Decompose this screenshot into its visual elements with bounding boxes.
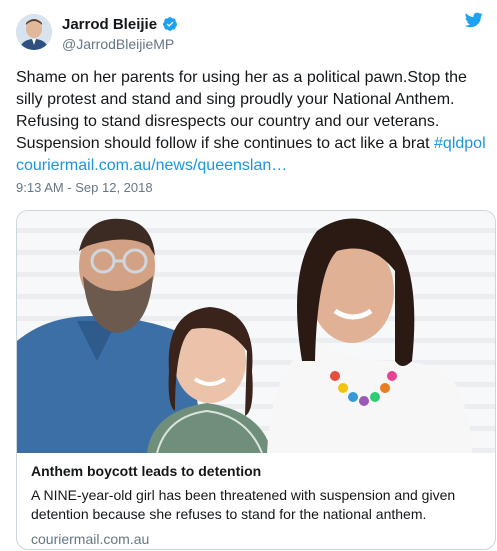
display-name[interactable]: Jarrod Bleijie: [62, 16, 157, 33]
card-title[interactable]: Anthem boycott leads to detention: [31, 462, 486, 480]
card-text: Anthem boycott leads to detention A NINE…: [31, 462, 486, 548]
link-card[interactable]: Anthem boycott leads to detention A NINE…: [16, 210, 496, 550]
avatar[interactable]: [16, 14, 52, 50]
verified-badge-icon: [162, 16, 178, 32]
twitter-bird-icon[interactable]: [464, 12, 483, 28]
user-handle[interactable]: @JarrodBleijieMP: [62, 36, 174, 52]
article-link[interactable]: couriermail.com.au/news/queenslan…: [16, 157, 287, 174]
tweet-timestamp[interactable]: 9:13 AM - Sep 12, 2018: [16, 180, 153, 195]
card-domain: couriermail.com.au: [31, 531, 150, 547]
hashtag-link[interactable]: #qldpol: [434, 135, 486, 152]
embedded-tweet: Jarrod Bleijie @JarrodBleijieMP Shame on…: [0, 0, 497, 551]
tweet-text: Shame on her parents for using her as a …: [16, 67, 488, 177]
card-image: [17, 211, 495, 453]
card-description: A NINE-year-old girl has been threatened…: [31, 487, 456, 522]
tweet-body: Shame on her parents for using her as a …: [16, 69, 467, 152]
